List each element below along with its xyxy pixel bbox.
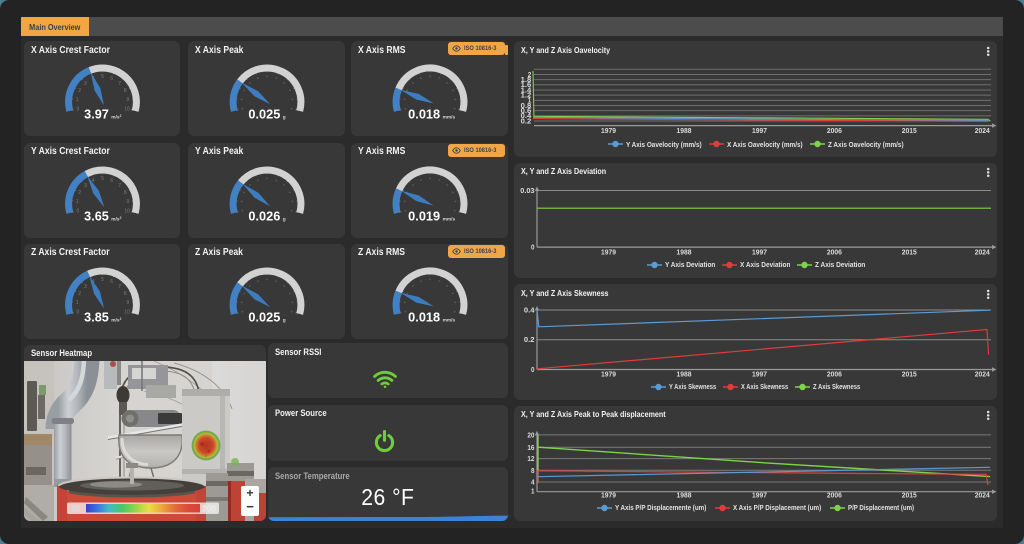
svg-text:2015: 2015: [902, 370, 918, 379]
svg-text:g: g: [283, 318, 286, 323]
svg-text:3.85: 3.85: [84, 310, 109, 324]
svg-text:0.025: 0.025: [248, 108, 280, 122]
svg-text:Z Axis Deviation: Z Axis Deviation: [815, 260, 865, 269]
svg-text:0.025: 0.025: [248, 310, 280, 324]
svg-text:1988: 1988: [677, 247, 692, 256]
svg-text:200: 200: [202, 505, 217, 514]
svg-text:3.65: 3.65: [84, 209, 109, 223]
svg-text:16: 16: [527, 442, 534, 451]
svg-text:2024: 2024: [975, 247, 991, 256]
svg-text:1997: 1997: [752, 126, 767, 135]
svg-text:1: 1: [531, 486, 535, 495]
svg-text:2006: 2006: [827, 490, 842, 499]
svg-text:1979: 1979: [601, 370, 616, 379]
svg-text:0: 0: [77, 107, 80, 113]
svg-text:0.2: 0.2: [521, 116, 532, 125]
svg-text:4: 4: [531, 477, 535, 486]
svg-text:20: 20: [527, 430, 534, 439]
svg-text:0: 0: [531, 242, 535, 251]
svg-text:2006: 2006: [827, 247, 842, 256]
svg-text:1: 1: [76, 199, 79, 205]
svg-text:0.4: 0.4: [524, 306, 536, 315]
svg-text:6: 6: [110, 177, 113, 183]
svg-text:0.026: 0.026: [248, 209, 280, 223]
svg-text:1979: 1979: [601, 126, 616, 135]
svg-text:1988: 1988: [677, 126, 692, 135]
svg-text:0.03: 0.03: [520, 186, 534, 195]
svg-text:Z Axis Oavelocity (mm/s): Z Axis Oavelocity (mm/s): [828, 140, 904, 149]
svg-text:6: 6: [110, 76, 113, 82]
svg-text:3: 3: [84, 81, 87, 87]
svg-text:g: g: [283, 116, 286, 121]
svg-text:mm/s: mm/s: [443, 216, 456, 222]
svg-text:2: 2: [78, 291, 81, 297]
svg-text:9: 9: [127, 300, 130, 306]
svg-text:0: 0: [77, 309, 80, 315]
svg-text:1988: 1988: [677, 490, 692, 499]
svg-text:10: 10: [124, 309, 130, 315]
svg-text:X Axis Skewness: X Axis Skewness: [741, 382, 788, 391]
svg-text:9: 9: [127, 97, 130, 103]
svg-text:3: 3: [84, 283, 87, 289]
svg-text:9: 9: [127, 199, 130, 205]
svg-text:10: 10: [124, 208, 130, 214]
svg-text:mm/s: mm/s: [443, 317, 456, 323]
svg-text:X Axis Oavelocity (mm/s): X Axis Oavelocity (mm/s): [727, 140, 803, 149]
svg-text:2: 2: [78, 190, 81, 196]
svg-text:Y Axis Deviation: Y Axis Deviation: [665, 260, 715, 269]
svg-text:3: 3: [84, 182, 87, 188]
svg-text:Z Axis Skewness: Z Axis Skewness: [813, 382, 860, 391]
svg-text:2024: 2024: [975, 126, 991, 135]
svg-text:0: 0: [531, 365, 535, 374]
svg-text:5: 5: [101, 74, 104, 80]
svg-text:mm/s: mm/s: [443, 115, 456, 121]
svg-text:P/P Displacement (um): P/P Displacement (um): [848, 503, 914, 512]
svg-text:7: 7: [118, 182, 121, 188]
svg-text:m/s2: m/s2: [111, 114, 121, 121]
svg-text:0.2: 0.2: [524, 335, 535, 344]
svg-text:5: 5: [101, 277, 104, 283]
svg-text:Y Axis Oavelocity (mm/s): Y Axis Oavelocity (mm/s): [626, 140, 702, 149]
svg-text:Y Axis Skewness: Y Axis Skewness: [669, 382, 716, 391]
svg-text:2015: 2015: [902, 247, 918, 256]
svg-text:Y Axis P/P Displacemente (um): Y Axis P/P Displacemente (um): [615, 503, 706, 512]
svg-text:0.018: 0.018: [408, 310, 440, 324]
svg-text:2006: 2006: [827, 126, 842, 135]
svg-text:2024: 2024: [975, 370, 991, 379]
svg-text:8: 8: [124, 190, 127, 196]
svg-text:5: 5: [101, 176, 104, 182]
svg-text:10: 10: [124, 107, 130, 113]
svg-text:1988: 1988: [677, 370, 692, 379]
svg-text:m/s2: m/s2: [111, 216, 121, 223]
svg-text:1: 1: [76, 300, 79, 306]
svg-text:1997: 1997: [752, 247, 767, 256]
svg-text:0.019: 0.019: [408, 209, 440, 223]
svg-text:m/s2: m/s2: [111, 317, 121, 324]
svg-text:1979: 1979: [601, 247, 616, 256]
svg-text:1997: 1997: [752, 490, 767, 499]
svg-text:3.97: 3.97: [84, 108, 109, 122]
svg-text:X Axis P/P Displacement (um): X Axis P/P Displacement (um): [733, 503, 821, 512]
svg-text:8: 8: [124, 291, 127, 297]
svg-text:g: g: [283, 217, 286, 222]
svg-text:0: 0: [77, 208, 80, 214]
svg-text:7: 7: [118, 283, 121, 289]
svg-text:8: 8: [531, 465, 535, 474]
svg-text:6: 6: [110, 278, 113, 284]
svg-text:1997: 1997: [752, 370, 767, 379]
svg-text:2015: 2015: [902, 126, 918, 135]
svg-text:0.018: 0.018: [408, 108, 440, 122]
svg-text:12: 12: [527, 454, 534, 463]
svg-text:1: 1: [76, 97, 79, 103]
svg-text:2: 2: [78, 88, 81, 94]
svg-text:8: 8: [124, 88, 127, 94]
svg-text:X Axis Deviation: X Axis Deviation: [740, 260, 790, 269]
svg-text:7: 7: [118, 81, 121, 87]
svg-text:2015: 2015: [902, 490, 918, 499]
svg-text:1979: 1979: [601, 490, 616, 499]
svg-text:2024: 2024: [975, 490, 991, 499]
svg-text:2006: 2006: [827, 370, 842, 379]
svg-text:20: 20: [71, 505, 81, 514]
